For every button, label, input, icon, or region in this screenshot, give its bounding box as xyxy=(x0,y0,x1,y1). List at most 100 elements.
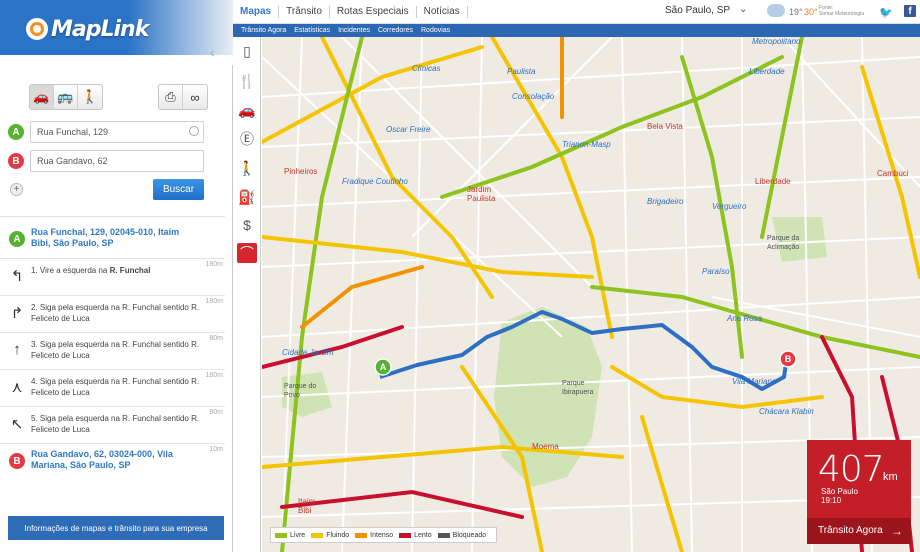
add-stop-button[interactable]: + xyxy=(10,183,23,196)
nav-transito[interactable]: Trânsito xyxy=(279,5,330,18)
share-link-icon[interactable]: ∞ xyxy=(183,85,207,109)
step-text: 5. Siga pela esquerda na R. Funchal sent… xyxy=(31,414,200,434)
print-icon[interactable]: ⎙ xyxy=(159,85,183,109)
map-label: Moema xyxy=(532,442,559,451)
business-info-button[interactable]: Informações de mapas e trânsito para sua… xyxy=(8,516,224,540)
route-step[interactable]: ↱ 2. Siga pela esquerda na R. Funchal se… xyxy=(0,296,225,333)
map-label: Trianon-Masp xyxy=(562,140,611,149)
pedestrian-icon[interactable]: 🚶 xyxy=(237,158,257,178)
transito-agora-link[interactable]: Trânsito Agora → xyxy=(807,518,911,544)
map-label: Metropolitano xyxy=(752,37,801,46)
city-selector[interactable]: São Paulo, SP xyxy=(665,5,730,16)
nav-mapas[interactable]: Mapas xyxy=(233,5,280,18)
origin-input[interactable]: Rua Funchal, 129 xyxy=(30,121,204,143)
origin-row: A Rua Funchal, 129 xyxy=(8,121,204,143)
marker-b-icon: B xyxy=(779,350,797,368)
svg-text:B: B xyxy=(785,354,792,364)
svg-text:A: A xyxy=(380,362,387,372)
parking-icon[interactable]: Ⓔ xyxy=(237,129,257,149)
map-label: Liberdade xyxy=(755,177,791,186)
destination-input[interactable]: Rua Gandavo, 62 xyxy=(30,150,204,172)
pin-a-icon: A xyxy=(9,231,25,247)
dollar-icon[interactable]: $ xyxy=(237,215,257,235)
traffic-km-value: 407 xyxy=(818,449,885,490)
map-toolbar: ▯ 🍴 🚗 Ⓔ 🚶 ⛽ $ ⌒ xyxy=(233,37,261,552)
traffic-light-icon[interactable]: ▯ xyxy=(237,41,257,61)
speed-camera-icon[interactable]: ⌒ xyxy=(237,243,257,263)
directions-panel: MapLink ‹ 🚗 🚌 🚶 ⎙ ∞ A Rua Funchal, 129 B… xyxy=(0,0,233,552)
step-text: 4. Siga pela esquerda na R. Funchal sent… xyxy=(31,377,200,397)
bus-mode-icon[interactable]: 🚌 xyxy=(54,85,78,109)
logo-text: MapLink xyxy=(51,16,149,42)
route-step[interactable]: ⋏ 4. Siga pela esquerda na R. Funchal se… xyxy=(0,370,225,407)
legend-swatch xyxy=(399,532,412,538)
bear-left-icon: ↖ xyxy=(10,416,24,433)
map-label: Vergueiro xyxy=(712,202,747,211)
traffic-legend: Livre Fluindo Intenso Lento Bloqueado xyxy=(270,527,498,543)
route-start-address: Rua Funchal, 129, 02045-010, Itaim Bibi,… xyxy=(31,227,180,248)
facebook-icon[interactable]: f xyxy=(904,5,916,17)
legend-swatch xyxy=(275,532,287,538)
locate-me-icon[interactable] xyxy=(189,126,199,136)
subnav-estatisticas[interactable]: Estatísticas xyxy=(290,27,334,34)
subnav-incidentes[interactable]: Incidentes xyxy=(334,27,374,34)
search-button[interactable]: Buscar xyxy=(153,179,204,200)
map-label: Brigadeiro xyxy=(647,197,684,206)
fuel-icon[interactable]: ⛽ xyxy=(237,187,257,207)
walk-mode-icon[interactable]: 🚶 xyxy=(78,85,102,109)
straight-icon: ↑ xyxy=(13,341,21,358)
nav-rotas-especiais[interactable]: Rotas Especiais xyxy=(330,5,417,18)
map-label: Clínicas xyxy=(412,64,441,73)
legend-swatch xyxy=(437,532,450,538)
route-step[interactable]: ↰ 1. Vire a esquerda na R. Funchal 180m xyxy=(0,259,225,296)
map-label: Fradique Coutinho xyxy=(342,177,408,186)
restaurant-icon[interactable]: 🍴 xyxy=(237,71,257,91)
route-step[interactable]: ↖ 5. Siga pela esquerda na R. Funchal se… xyxy=(0,407,225,444)
map-label: Cidade Jardim xyxy=(282,348,334,357)
step-distance: 180m xyxy=(205,298,223,305)
nav-noticias[interactable]: Notícias xyxy=(417,5,468,18)
traffic-time: 19:10 xyxy=(821,496,842,505)
collapse-panel-icon[interactable]: ‹ xyxy=(210,44,215,60)
route-step[interactable]: ↑ 3. Siga pela esquerda na R. Funchal se… xyxy=(0,333,225,370)
route-options-group: ⎙ ∞ xyxy=(158,84,208,110)
map-label: Parque da Aclimação xyxy=(767,235,800,251)
map-label: Ana Rosa xyxy=(727,314,763,323)
subnav-rodovias[interactable]: Rodovias xyxy=(417,27,454,34)
legend-item: Bloqueado xyxy=(437,532,486,539)
arrow-right-icon: → xyxy=(891,524,903,538)
twitter-icon[interactable]: 🐦 xyxy=(879,6,893,19)
car-icon[interactable]: 🚗 xyxy=(237,100,257,120)
park-ibirapuera-area xyxy=(494,307,602,487)
map-label: Paraíso xyxy=(702,267,730,276)
step-text: 2. Siga pela esquerda na R. Funchal sent… xyxy=(31,303,200,323)
car-mode-icon[interactable]: 🚗 xyxy=(30,85,54,109)
logo-bar: MapLink xyxy=(0,0,233,65)
traffic-widget: 407 km São Paulo 19:10 Trânsito Agora → xyxy=(807,440,911,544)
subnav-transito-agora[interactable]: Trânsito Agora xyxy=(237,27,290,34)
legend-item: Livre xyxy=(275,532,305,539)
step-text: 1. Vire a esquerda na R. Funchal xyxy=(31,266,151,275)
pin-b-icon: B xyxy=(8,153,24,169)
step-distance: 80m xyxy=(209,409,223,416)
weather-icon xyxy=(765,1,785,17)
map-label: Parque do Povo xyxy=(284,383,317,399)
route-start[interactable]: A Rua Funchal, 129, 02045-010, Itaim Bib… xyxy=(0,222,225,258)
pin-a-icon: A xyxy=(8,124,24,140)
temp-high: 30° xyxy=(804,7,818,17)
temp-low: 19° xyxy=(789,7,803,17)
legend-item: Intenso xyxy=(355,532,393,539)
chevron-down-icon[interactable]: ⌄ xyxy=(739,4,747,15)
transport-mode-group: 🚗 🚌 🚶 xyxy=(29,84,103,110)
legend-swatch xyxy=(355,532,368,538)
logo[interactable]: MapLink xyxy=(26,12,149,46)
destination-row: B Rua Gandavo, 62 xyxy=(8,150,204,172)
legend-item: Lento xyxy=(399,532,432,539)
maplink-logo-icon xyxy=(26,18,48,40)
route-end[interactable]: B Rua Gandavo, 62, 03024-000, Vila Maria… xyxy=(0,444,225,480)
keep-right-icon: ↱ xyxy=(10,305,24,322)
subnav-corredores[interactable]: Corredores xyxy=(374,27,417,34)
route-end-address: Rua Gandavo, 62, 03024-000, Vila Mariana… xyxy=(31,449,173,470)
pin-b-icon: B xyxy=(9,453,25,469)
weather-source: Fonte: Somar Meteorologia xyxy=(819,5,865,17)
